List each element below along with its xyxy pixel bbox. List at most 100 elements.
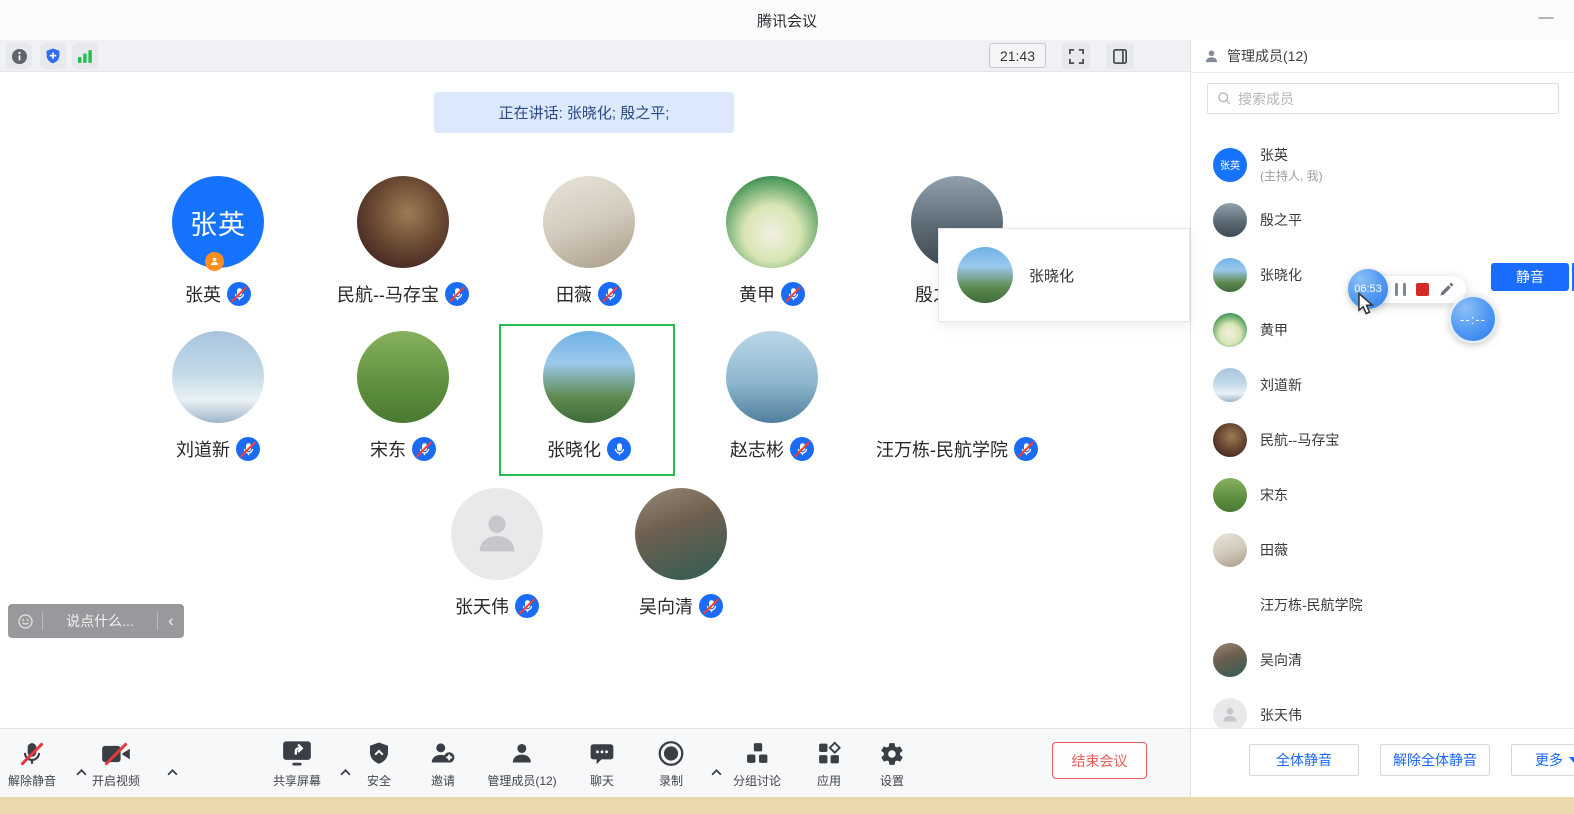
participant-name: 吴向清 <box>639 593 693 619</box>
participant-tile[interactable]: 赵志彬 <box>679 331 865 462</box>
placeholder-person-icon <box>451 488 543 580</box>
more-button-label: 更多 <box>1535 750 1563 770</box>
participant-tile-active-speaker[interactable]: 张晓化 <box>496 331 682 462</box>
member-row[interactable]: 吴向清 <box>1191 632 1574 687</box>
toolbar-breakout-rooms[interactable]: 分组讨论 <box>733 738 781 789</box>
mic-muted-icon <box>445 282 469 306</box>
member-name: 张晓化 <box>1260 265 1302 285</box>
mic-muted-icon <box>598 282 622 306</box>
participant-avatar <box>451 488 543 580</box>
participant-name: 宋东 <box>370 436 406 462</box>
member-list: 张英 张英 (主持人, 我) 殷之平 张晓化 黄甲 刘道新 <box>1191 137 1574 728</box>
status-strip: 21:43 <box>0 40 1190 72</box>
toolbar-chat[interactable]: 聊天 <box>589 738 615 789</box>
meeting-info-button[interactable] <box>6 43 32 69</box>
member-row-host[interactable]: 张英 张英 (主持人, 我) <box>1191 137 1574 192</box>
toolbar-invite[interactable]: 邀请 <box>430 738 457 789</box>
tencent-meeting-window: 腾讯会议 — 21:43 正在讲话: 张晓化; 殷之平; 张英 张英 民航- <box>0 0 1574 814</box>
recording-pending-bubble[interactable]: --:-- <box>1449 295 1497 343</box>
placeholder-person-icon <box>1220 705 1240 725</box>
search-icon <box>1217 91 1232 106</box>
pencil-icon[interactable] <box>1439 282 1454 297</box>
member-panel-footer: 全体静音 解除全体静音 更多 <box>1191 728 1574 797</box>
toolbar-share-screen[interactable]: 共享屏幕 <box>273 738 321 789</box>
network-quality-button[interactable] <box>72 43 98 69</box>
info-icon <box>10 47 29 66</box>
participant-tile[interactable]: 宋东 <box>310 331 496 462</box>
record-options-chevron-icon[interactable] <box>711 769 722 776</box>
participant-name: 张英 <box>185 281 221 307</box>
more-button[interactable]: 更多 <box>1511 744 1574 776</box>
participant-tile[interactable]: 田薇 <box>496 176 682 307</box>
unmute-all-button[interactable]: 解除全体静音 <box>1380 744 1490 776</box>
security-status-button[interactable] <box>40 43 66 69</box>
caret-down-icon <box>1569 757 1574 763</box>
chat-quick-bar[interactable]: 说点什么... ‹ <box>8 604 184 638</box>
participant-avatar <box>911 331 1003 423</box>
emoji-button[interactable] <box>8 612 42 631</box>
shield-plus-icon <box>44 47 62 65</box>
member-row[interactable]: 汪万栋-民航学院 <box>1191 577 1574 632</box>
member-panel-title: 管理成员(12) <box>1227 46 1308 66</box>
member-search-input[interactable] <box>1238 91 1558 107</box>
toolbar-unmute[interactable]: 解除静音 <box>8 738 56 789</box>
member-avatar: 张英 <box>1213 148 1247 182</box>
member-row[interactable]: 殷之平 <box>1191 192 1574 247</box>
member-row[interactable]: 张天伟 <box>1191 687 1574 728</box>
end-meeting-button[interactable]: 结束会议 <box>1052 742 1147 779</box>
member-name: 黄甲 <box>1260 320 1288 340</box>
active-speakers-banner: 正在讲话: 张晓化; 殷之平; <box>434 92 734 133</box>
participant-tile[interactable]: 汪万栋-民航学院 <box>864 331 1050 462</box>
participant-tile[interactable]: 吴向清 <box>588 488 774 619</box>
stop-recording-icon[interactable] <box>1416 283 1429 296</box>
member-row[interactable]: 宋东 <box>1191 467 1574 522</box>
member-row[interactable]: 田薇 <box>1191 522 1574 577</box>
minimize-button[interactable]: — <box>1532 4 1560 30</box>
participant-avatar <box>726 331 818 423</box>
mute-member-button[interactable]: 静音 <box>1491 263 1569 291</box>
camera-off-icon <box>101 738 131 769</box>
settings-gear-icon <box>879 738 905 769</box>
member-row[interactable]: 黄甲 <box>1191 302 1574 357</box>
participant-avatar <box>172 331 264 423</box>
mic-muted-icon <box>227 282 251 306</box>
mic-muted-icon <box>781 282 805 306</box>
mute-all-button[interactable]: 全体静音 <box>1249 744 1359 776</box>
toolbar-settings[interactable]: 设置 <box>879 738 905 789</box>
participant-tile[interactable]: 刘道新 <box>125 331 311 462</box>
toolbar-record[interactable]: 录制 <box>658 738 685 789</box>
share-options-chevron-icon[interactable] <box>340 769 351 776</box>
member-row[interactable]: 民航--马存宝 <box>1191 412 1574 467</box>
participant-avatar <box>543 331 635 423</box>
participant-name: 赵志彬 <box>730 436 784 462</box>
member-avatar <box>1213 478 1247 512</box>
member-role: (主持人, 我) <box>1260 167 1323 184</box>
mic-options-chevron-icon[interactable] <box>76 769 87 776</box>
toolbar-apps[interactable]: 应用 <box>817 738 842 789</box>
mic-muted-icon <box>1014 437 1038 461</box>
member-avatar <box>1213 313 1247 347</box>
member-name: 吴向清 <box>1260 650 1302 670</box>
participant-tile[interactable]: 张天伟 <box>404 488 590 619</box>
member-row[interactable]: 刘道新 <box>1191 357 1574 412</box>
toolbar-start-video[interactable]: 开启视频 <box>92 738 140 789</box>
participant-tile[interactable]: 张英 张英 <box>125 176 311 307</box>
participant-tile[interactable]: 黄甲 <box>679 176 865 307</box>
member-panel-header: 管理成员(12) <box>1191 40 1574 73</box>
fullscreen-button[interactable] <box>1062 43 1090 69</box>
chatbar-collapse-button[interactable]: ‹ <box>158 611 184 631</box>
toolbar-manage-members[interactable]: 管理成员(12) <box>487 738 556 789</box>
mic-muted-icon <box>236 437 260 461</box>
participant-name: 刘道新 <box>176 436 230 462</box>
participant-name: 汪万栋-民航学院 <box>876 436 1008 462</box>
chat-input[interactable]: 说点什么... <box>43 611 157 631</box>
toolbar-security[interactable]: 安全 <box>367 738 391 789</box>
participant-tile[interactable]: 民航--马存宝 <box>310 176 496 307</box>
share-screen-icon <box>282 738 312 769</box>
participant-avatar <box>357 176 449 268</box>
side-panel-toggle-button[interactable] <box>1106 43 1134 69</box>
pause-recording-icon[interactable] <box>1395 283 1406 296</box>
participant-avatar <box>635 488 727 580</box>
member-search-box[interactable] <box>1207 83 1559 114</box>
video-options-chevron-icon[interactable] <box>167 769 178 776</box>
